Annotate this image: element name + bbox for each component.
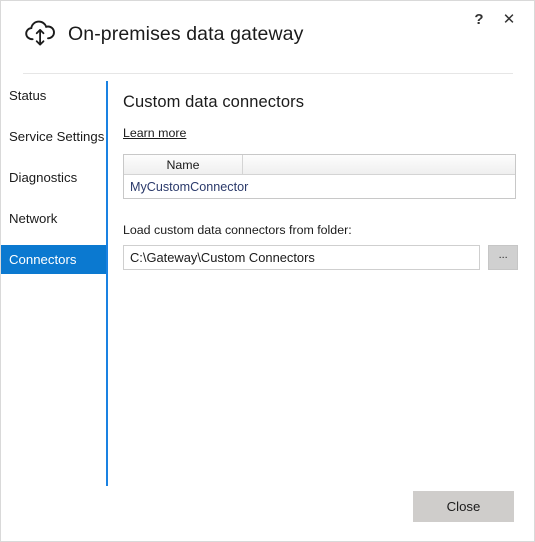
sidebar-item-service-settings[interactable]: Service Settings (1, 122, 106, 151)
header-divider (23, 73, 513, 74)
title-bar: On-premises data gateway ? ✕ (1, 1, 535, 73)
column-header-name[interactable]: Name (124, 155, 243, 175)
browse-folder-button[interactable]: ... (488, 245, 518, 270)
sidebar-accent-divider (106, 81, 108, 486)
sidebar-item-network[interactable]: Network (1, 204, 106, 233)
table-row[interactable]: MyCustomConnector (124, 175, 515, 199)
sidebar-item-label: Connectors (9, 252, 76, 267)
cloud-upload-download-icon (23, 17, 57, 51)
sidebar-item-label: Status (9, 88, 46, 103)
title-row: On-premises data gateway (23, 17, 303, 51)
close-icon[interactable]: ✕ (496, 7, 522, 31)
cell-connector-name: MyCustomConnector (124, 175, 515, 199)
sidebar-item-label: Diagnostics (9, 170, 77, 185)
folder-path-input[interactable] (123, 245, 480, 270)
table-header-row: Name (124, 155, 515, 175)
sidebar-nav: Status Service Settings Diagnostics Netw… (1, 81, 106, 286)
help-icon[interactable]: ? (466, 7, 492, 31)
learn-more-link[interactable]: Learn more (123, 126, 186, 140)
connectors-table: Name MyCustomConnector (123, 154, 516, 199)
close-button[interactable]: Close (413, 491, 514, 522)
sidebar-item-label: Service Settings (9, 129, 104, 144)
main-content: Custom data connectors Learn more Name M… (123, 93, 518, 270)
sidebar-item-connectors[interactable]: Connectors (1, 245, 106, 274)
column-header-blank[interactable] (243, 155, 516, 175)
folder-field-label: Load custom data connectors from folder: (123, 223, 518, 237)
window-title: On-premises data gateway (68, 23, 303, 46)
sidebar-item-diagnostics[interactable]: Diagnostics (1, 163, 106, 192)
sidebar-item-label: Network (9, 211, 57, 226)
sidebar-item-status[interactable]: Status (1, 81, 106, 110)
gateway-dialog-window: On-premises data gateway ? ✕ Status Serv… (0, 0, 535, 542)
page-title: Custom data connectors (123, 93, 518, 112)
window-controls: ? ✕ (466, 7, 522, 31)
folder-field-row: ... (123, 245, 518, 270)
